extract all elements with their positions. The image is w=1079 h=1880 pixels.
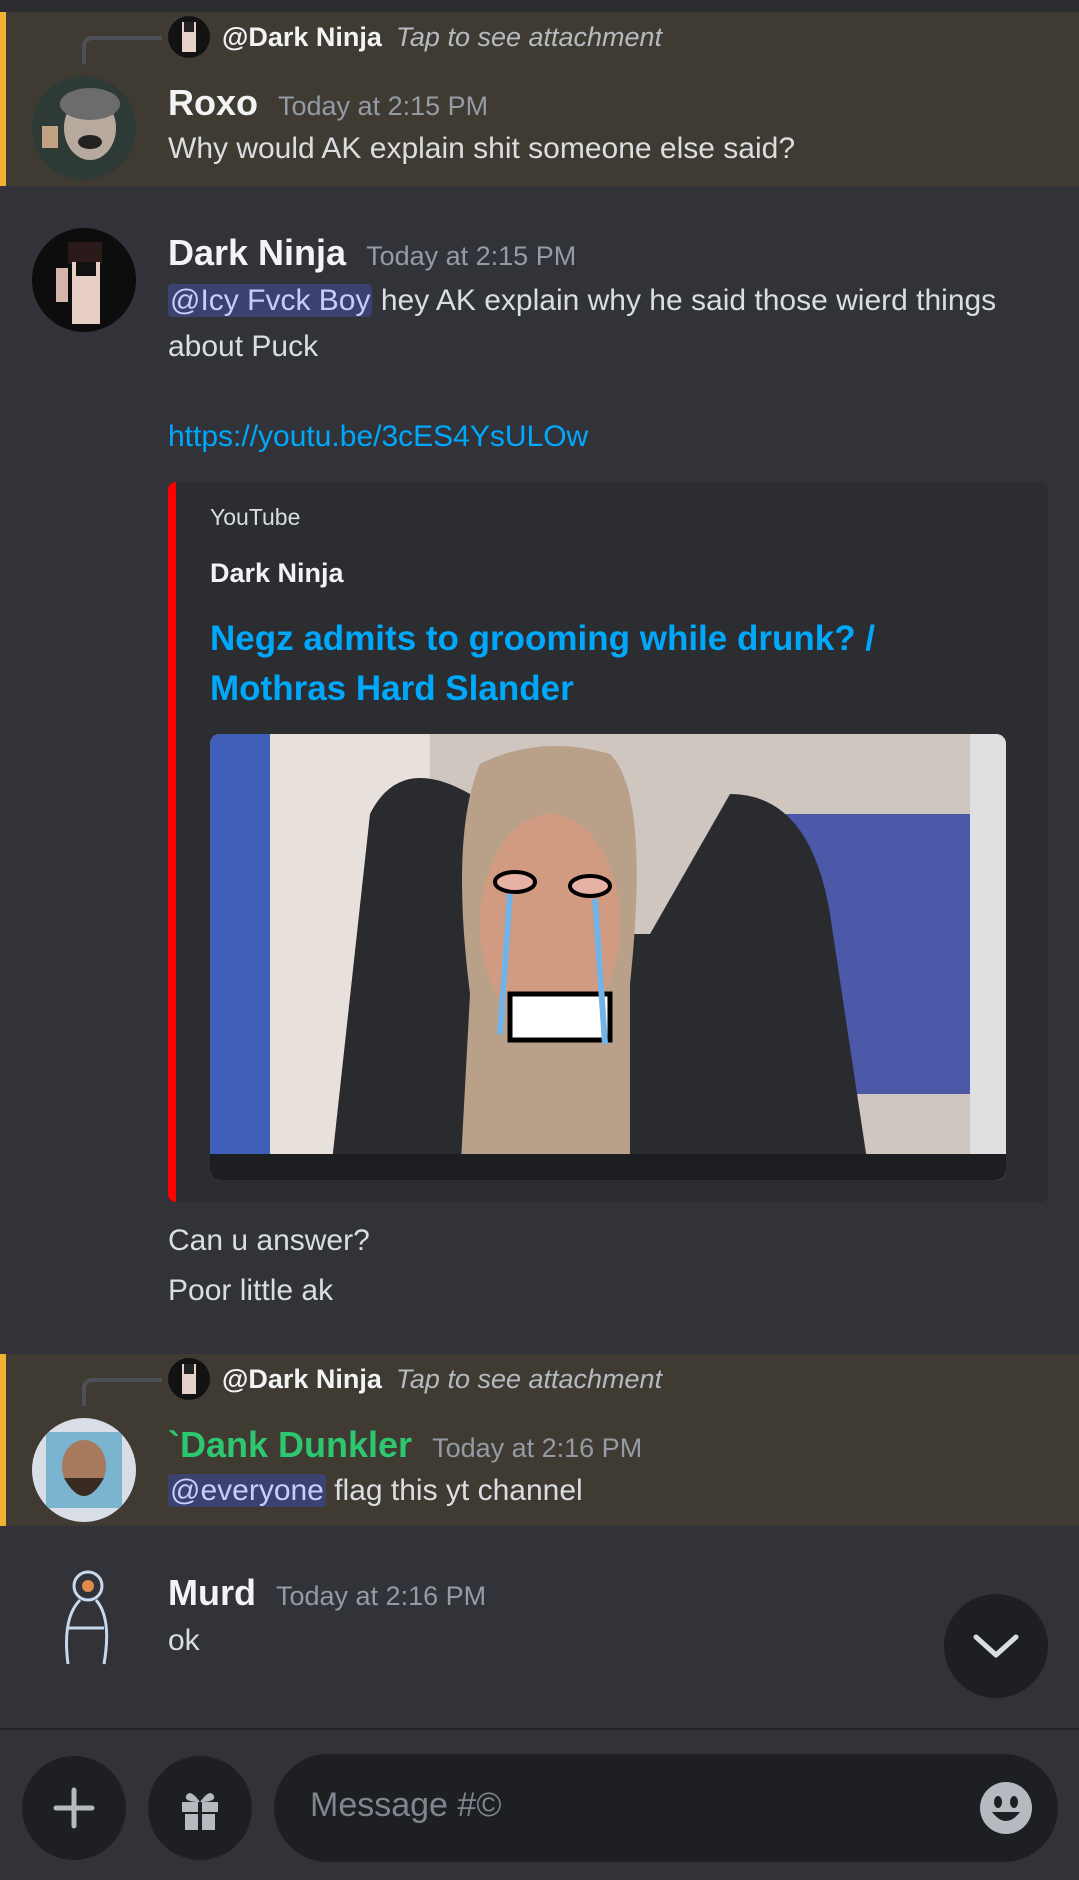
message-text-line2: about Puck bbox=[168, 330, 319, 363]
add-attachment-button[interactable] bbox=[22, 1756, 126, 1860]
embed-provider[interactable]: YouTube bbox=[210, 504, 300, 531]
reply-author[interactable]: @Dark Ninja bbox=[222, 22, 382, 53]
reply-avatar bbox=[168, 16, 210, 58]
timestamp: Today at 2:15 PM bbox=[366, 241, 577, 271]
message-roxo[interactable]: @Dark Ninja Tap to see attachment Roxo To… bbox=[0, 12, 1079, 186]
link-embed[interactable]: YouTube Dark Ninja Negz admits to groomi… bbox=[168, 482, 1048, 1202]
youtube-link[interactable]: https://youtu.be/3cES4YsULOw bbox=[168, 420, 588, 454]
jump-to-present-button[interactable] bbox=[944, 1594, 1048, 1698]
chevron-down-icon bbox=[973, 1634, 1019, 1658]
plus-icon bbox=[53, 1787, 95, 1829]
message-composer: Message #© bbox=[0, 1728, 1079, 1880]
timestamp: Today at 2:16 PM bbox=[275, 1581, 487, 1611]
gift-button[interactable] bbox=[148, 1756, 252, 1860]
message-dark-ninja[interactable]: Dark Ninja Today at 2:15 PM @Icy Fvck Boy… bbox=[0, 186, 1079, 1354]
message-text-rest: hey AK explain why he said those wierd t… bbox=[372, 284, 997, 317]
reply-connector bbox=[82, 1378, 162, 1406]
timestamp: Today at 2:16 PM bbox=[432, 1433, 643, 1463]
avatar[interactable] bbox=[32, 228, 136, 332]
author-name[interactable]: Murd Today at 2:16 PM bbox=[168, 1572, 486, 1614]
top-divider bbox=[0, 0, 1079, 12]
message-text-rest: flag this yt channel bbox=[325, 1474, 583, 1507]
reply-preview[interactable]: @Dark Ninja Tap to see attachment bbox=[168, 1358, 662, 1400]
author-name[interactable]: Roxo Today at 2:15 PM bbox=[168, 82, 488, 124]
emoji-icon[interactable] bbox=[978, 1780, 1034, 1836]
author-label[interactable]: `Dank Dunkler bbox=[168, 1424, 412, 1465]
timestamp: Today at 2:15 PM bbox=[278, 91, 489, 121]
avatar[interactable] bbox=[32, 76, 136, 180]
reply-author[interactable]: @Dark Ninja bbox=[222, 1364, 382, 1395]
message-input-placeholder: Message #© bbox=[310, 1786, 502, 1824]
user-mention[interactable]: @Icy Fvck Boy bbox=[168, 284, 373, 317]
reply-attachment-hint[interactable]: Tap to see attachment bbox=[396, 22, 662, 53]
reply-attachment-hint[interactable]: Tap to see attachment bbox=[396, 1364, 662, 1395]
reply-avatar bbox=[168, 1358, 210, 1400]
embed-accent-bar bbox=[168, 482, 176, 1202]
reply-preview[interactable]: @Dark Ninja Tap to see attachment bbox=[168, 16, 662, 58]
message-text: Poor little ak bbox=[168, 1274, 334, 1307]
message-dank-dunkler[interactable]: @Dark Ninja Tap to see attachment `Dank … bbox=[0, 1354, 1079, 1526]
avatar[interactable] bbox=[32, 1418, 136, 1522]
embed-author[interactable]: Dark Ninja bbox=[210, 558, 344, 589]
embed-title[interactable]: Negz admits to grooming while drunk? / M… bbox=[210, 614, 1010, 714]
message-text: @everyone flag this yt channel bbox=[168, 1468, 1048, 1514]
message-text: Why would AK explain shit someone else s… bbox=[168, 132, 796, 165]
avatar[interactable] bbox=[32, 1568, 136, 1672]
reply-connector bbox=[82, 36, 162, 64]
everyone-mention[interactable]: @everyone bbox=[168, 1474, 326, 1507]
video-thumbnail[interactable] bbox=[210, 734, 1006, 1180]
message-text: @Icy Fvck Boy hey AK explain why he said… bbox=[168, 278, 1048, 370]
message-input[interactable]: Message #© bbox=[274, 1754, 1058, 1862]
author-label[interactable]: Roxo bbox=[168, 82, 258, 123]
author-label[interactable]: Dark Ninja bbox=[168, 232, 346, 273]
message-text: Can u answer? bbox=[168, 1224, 370, 1257]
author-name[interactable]: `Dank Dunkler Today at 2:16 PM bbox=[168, 1424, 642, 1466]
message-murd[interactable]: Murd Today at 2:16 PM ok bbox=[0, 1526, 1079, 1726]
message-text: ok bbox=[168, 1624, 200, 1657]
gift-icon bbox=[182, 1793, 218, 1830]
author-label[interactable]: Murd bbox=[168, 1572, 256, 1613]
author-name[interactable]: Dark Ninja Today at 2:15 PM bbox=[168, 232, 576, 274]
message-list[interactable]: @Dark Ninja Tap to see attachment Roxo To… bbox=[0, 0, 1079, 1728]
